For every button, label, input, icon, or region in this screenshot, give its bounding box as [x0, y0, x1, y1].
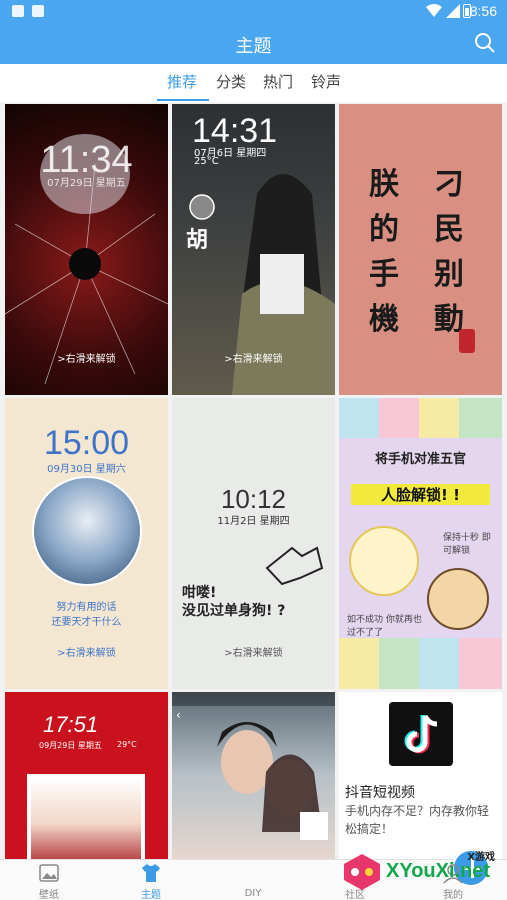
unlock-hint: >右滑来解锁 — [224, 354, 283, 365]
calligraphy-char: 手 — [369, 257, 399, 292]
photo-frame — [27, 774, 145, 859]
unlock-hint: >右滑来解锁 — [57, 648, 116, 659]
ad-card[interactable]: 抖音短视频 手机内存不足？内存教你轻松搞定！ — [339, 692, 502, 859]
couple-art — [217, 722, 328, 840]
signal-icon — [446, 4, 460, 18]
tab-category[interactable]: 分类 — [216, 71, 246, 92]
calligraphy-char: 機 — [369, 302, 399, 337]
nav-label: DIY — [244, 888, 262, 899]
theme-card[interactable]: 10:12 11月2日 星期四 咁喽! 没见过单身狗! ? >右滑来解锁 — [172, 398, 335, 689]
nav-wallpaper[interactable]: 壁纸 — [14, 862, 84, 900]
wifi-icon — [426, 4, 442, 17]
headline: 人脸解锁! ! — [351, 484, 490, 505]
calligraphy-char: 别 — [434, 257, 464, 292]
tab-recommended[interactable]: 推荐 — [167, 71, 197, 92]
tab-ringtone[interactable]: 铃声 — [311, 71, 341, 92]
unlock-hint: >右滑来解锁 — [224, 648, 283, 659]
headline: 将手机对准五官 — [374, 452, 466, 467]
theme-card[interactable]: 17:51 09月29日 星期五 29°C — [5, 692, 168, 859]
avatar-circle — [32, 476, 142, 586]
lock-time: 17:51 — [43, 712, 99, 737]
calligraphy-char: 的 — [369, 212, 399, 247]
ad-title: 抖音短视频 — [345, 785, 415, 801]
nav-label: 壁纸 — [39, 890, 59, 900]
shirt-icon — [142, 864, 160, 882]
lock-date: 09月29日 星期五 — [39, 741, 102, 750]
gamepad-logo-icon — [344, 854, 380, 890]
theme-card[interactable]: 将手机对准五官 人脸解锁! ! 保持十秒 即可解锁 如不成功 你就再也过不了了 — [339, 398, 502, 689]
theme-card[interactable]: 朕 的 手 機 刁 民 别 動 — [339, 104, 502, 395]
quote-line: 还要天才干什么 — [51, 617, 122, 628]
theme-card[interactable]: ‹ — [172, 692, 335, 859]
weather-temp: 29°C — [117, 740, 137, 749]
lock-date: 09月30日 星期六 — [47, 464, 126, 475]
theme-card[interactable]: 15:00 09月30日 星期六 努力有用的话 还要天才干什么 >右滑来解锁 — [5, 398, 168, 689]
nav-label: 主题 — [141, 890, 161, 900]
theme-card[interactable]: 11:34 07月29日 星期五 >右滑来解锁 — [5, 104, 168, 395]
app-bar: 主题 — [0, 24, 507, 64]
hint-text: 保持十秒 即可解锁 — [443, 533, 491, 556]
caption-line: 没见过单身狗! ? — [182, 603, 286, 619]
tab-bar: 推荐 分类 热门 铃声 — [0, 64, 507, 102]
ad-description: 手机内存不足？内存教你轻松搞定！ — [345, 804, 490, 836]
weather-temp: 25°C — [194, 156, 219, 167]
theme-card[interactable]: 14:31 07月6日 星期四 25°C 胡 >右滑来解锁 — [172, 104, 335, 395]
calligraphy-char: 民 — [434, 212, 464, 247]
tab-hot[interactable]: 热门 — [263, 71, 293, 92]
page-title: 主题 — [235, 36, 272, 57]
watermark-text: XYouXi.net — [386, 860, 491, 882]
status-bar: 8:56 — [0, 0, 507, 24]
notification-icon — [12, 5, 24, 17]
search-icon[interactable] — [473, 31, 497, 55]
status-time: 8:56 — [469, 3, 497, 19]
tiktok-logo-icon — [389, 702, 453, 766]
lock-time: 15:00 — [43, 424, 130, 462]
nav-diy[interactable]: DIY — [218, 848, 491, 900]
image-icon — [39, 864, 59, 882]
calligraphy-char: 朕 — [369, 167, 399, 202]
calligraphy-char: 刁 — [434, 167, 464, 202]
notification-icon — [32, 5, 44, 17]
nav-theme[interactable]: 主题 — [116, 862, 186, 900]
watermark: X游戏 XYouXi.net — [338, 848, 507, 900]
caption-line: 咁喽! — [182, 585, 217, 601]
theme-grid: 11:34 07月29日 星期五 >右滑来解锁 14:31 07月6日 星期四 … — [0, 102, 507, 859]
hint-text: 如不成功 你就再也过不了了 — [347, 615, 422, 638]
lock-date: 07月29日 星期五 — [47, 178, 126, 189]
face-cartoon — [349, 526, 419, 596]
unlock-hint: >右滑来解锁 — [57, 354, 116, 365]
seal-stamp — [459, 329, 475, 353]
signature-char: 胡 — [186, 228, 209, 253]
cartoon-character — [427, 568, 489, 630]
tab-indicator — [157, 99, 209, 101]
quote-line: 努力有用的话 — [56, 602, 117, 613]
